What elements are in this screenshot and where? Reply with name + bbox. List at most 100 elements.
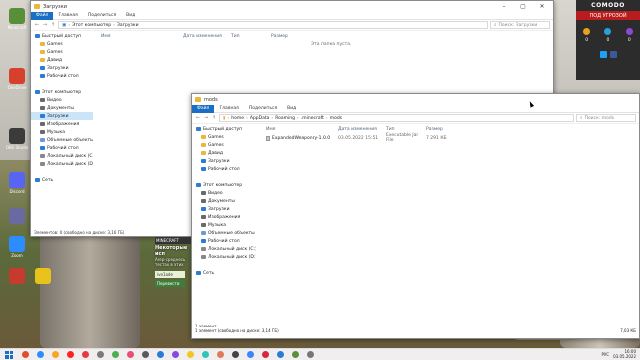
taskbar-app-icon[interactable] (157, 351, 164, 358)
desktop-icon[interactable] (4, 268, 30, 285)
address-bar[interactable]: ▮ › home › AppData › Roaming › .minecraf… (219, 114, 574, 122)
nav-item[interactable]: Этот компьютер (31, 88, 93, 96)
maximize-button[interactable]: ▢ (515, 1, 531, 12)
breadcrumb-item[interactable]: Roaming (275, 116, 295, 121)
breadcrumb-item[interactable]: home (231, 116, 244, 121)
desktop-icon[interactable] (30, 268, 56, 285)
forward-icon[interactable]: → (42, 22, 48, 28)
taskbar-app-icon[interactable] (127, 351, 134, 358)
tab-view[interactable]: Вид (121, 12, 140, 20)
nav-item[interactable]: Локальный диск (C:) (31, 152, 93, 160)
up-icon[interactable]: ↑ (211, 115, 217, 121)
search-input[interactable]: ⌕ Поиск: Загрузки (490, 21, 550, 29)
nav-item[interactable]: Музыка (31, 128, 93, 136)
nav-item[interactable]: Games (192, 133, 256, 141)
taskbar-app-icon[interactable] (22, 351, 29, 358)
language-indicator[interactable]: РУС (601, 352, 609, 357)
threat-alert-badge[interactable]: ПОД УГРОЗОЙ (576, 11, 640, 20)
nav-item[interactable]: Быстрый доступ (31, 32, 93, 40)
nav-item[interactable]: Давид (31, 56, 93, 64)
nav-item[interactable]: Этот компьютер (192, 181, 256, 189)
nav-item[interactable]: Быстрый доступ (192, 125, 256, 133)
nav-item[interactable]: Games (31, 40, 93, 48)
nav-item[interactable]: Загрузки (31, 112, 93, 120)
breadcrumb-item[interactable]: .minecraft (301, 116, 324, 121)
forward-icon[interactable]: → (203, 115, 209, 121)
nav-item[interactable]: Рабочий стол (31, 144, 93, 152)
address-bar[interactable]: ▣ › Этот компьютер › Загрузки (58, 21, 488, 29)
column-size[interactable]: Размер (271, 34, 311, 39)
globe-icon[interactable] (604, 28, 612, 35)
nav-item[interactable]: Загрузки (192, 157, 256, 165)
tab-view[interactable]: Вид (282, 105, 301, 113)
taskbar-app-icon[interactable] (202, 351, 209, 358)
clock[interactable]: 16:00 03.05.2022 (613, 349, 636, 359)
nav-item[interactable]: Объемные объекты (31, 136, 93, 144)
shield-icon[interactable] (583, 28, 591, 35)
lock-icon[interactable] (625, 28, 633, 35)
taskbar-app-icon[interactable] (262, 351, 269, 358)
breadcrumb-item[interactable]: Этот компьютер (72, 23, 111, 28)
tab-home[interactable]: Главная (53, 12, 82, 20)
nav-item[interactable]: Давид (192, 149, 256, 157)
taskbar-app-icon[interactable] (112, 351, 119, 358)
twitter-icon[interactable] (599, 51, 607, 58)
titlebar[interactable]: Загрузки – ▢ ✕ (31, 1, 553, 12)
column-date[interactable]: Дата изменения (183, 34, 231, 39)
taskbar-app-icon[interactable] (142, 351, 149, 358)
tab-file[interactable]: Файл (31, 11, 54, 20)
link-chip[interactable]: ive1ade (155, 271, 185, 278)
breadcrumb-item[interactable]: mods (330, 116, 342, 121)
back-icon[interactable]: ← (34, 22, 40, 28)
nav-item[interactable]: Локальный диск (C:) (192, 245, 256, 253)
breadcrumb-item[interactable]: Загрузки (117, 23, 139, 28)
nav-item[interactable]: Музыка (192, 221, 256, 229)
minimize-button[interactable]: – (496, 1, 512, 12)
back-icon[interactable]: ← (195, 115, 201, 121)
nav-item[interactable]: Загрузки (192, 205, 256, 213)
up-icon[interactable]: ↑ (50, 22, 56, 28)
column-date[interactable]: Дата изменения (338, 127, 386, 132)
taskbar-app-icon[interactable] (82, 351, 89, 358)
column-type[interactable]: Тип (386, 127, 426, 132)
desktop-icon[interactable]: Discord (4, 172, 30, 194)
nav-item[interactable]: Документы (31, 104, 93, 112)
column-type[interactable]: Тип (231, 34, 271, 39)
titlebar[interactable]: mods (192, 94, 639, 105)
nav-item[interactable]: Сеть (192, 269, 256, 277)
nav-item[interactable]: Документы (192, 197, 256, 205)
comodo-widget[interactable]: COMODO ПОД УГРОЗОЙ 0 0 0 (576, 0, 640, 80)
nav-item[interactable]: Рабочий стол (31, 72, 93, 80)
nav-item[interactable]: Изображения (31, 120, 93, 128)
nav-item[interactable]: Локальный диск (D:) (31, 160, 93, 168)
nav-item[interactable]: Рабочий стол (192, 237, 256, 245)
tab-home[interactable]: Главная (214, 105, 243, 113)
column-name[interactable]: Имя (262, 127, 338, 132)
search-input[interactable]: ⌕ Поиск: mods (576, 114, 636, 122)
nav-item[interactable]: Games (192, 141, 256, 149)
nav-item[interactable]: Видео (192, 189, 256, 197)
desktop-icon[interactable]: OBS Studio (4, 128, 30, 150)
desktop-icon[interactable]: Zoom (4, 236, 30, 258)
taskbar-app-icon[interactable] (37, 351, 44, 358)
nav-item[interactable]: Объемные объекты (192, 229, 256, 237)
column-size[interactable]: Размер (426, 127, 466, 132)
column-name[interactable]: Имя (97, 34, 183, 39)
windows-start-icon[interactable] (5, 350, 13, 359)
taskbar-app-icon[interactable] (307, 351, 314, 358)
taskbar-app-icon[interactable] (277, 351, 284, 358)
taskbar-app-icon[interactable] (97, 351, 104, 358)
file-row[interactable]: ExpandedWeaponry-1.0.0 03.05.2022 15:51 … (262, 133, 639, 143)
taskbar-app-icon[interactable] (67, 351, 74, 358)
taskbar-app-icon[interactable] (232, 351, 239, 358)
desktop-icon[interactable]: OneDrive (4, 68, 30, 90)
nav-item[interactable]: Загрузки (31, 64, 93, 72)
taskbar-app-icon[interactable] (217, 351, 224, 358)
taskbar-app-icon[interactable] (247, 351, 254, 358)
nav-item[interactable]: Изображения (192, 213, 256, 221)
tab-file[interactable]: Файл (192, 104, 215, 113)
translate-link[interactable]: Перевести (155, 280, 185, 287)
close-button[interactable]: ✕ (534, 1, 550, 12)
taskbar-app-icon[interactable] (292, 351, 299, 358)
nav-item[interactable]: Видео (31, 96, 93, 104)
